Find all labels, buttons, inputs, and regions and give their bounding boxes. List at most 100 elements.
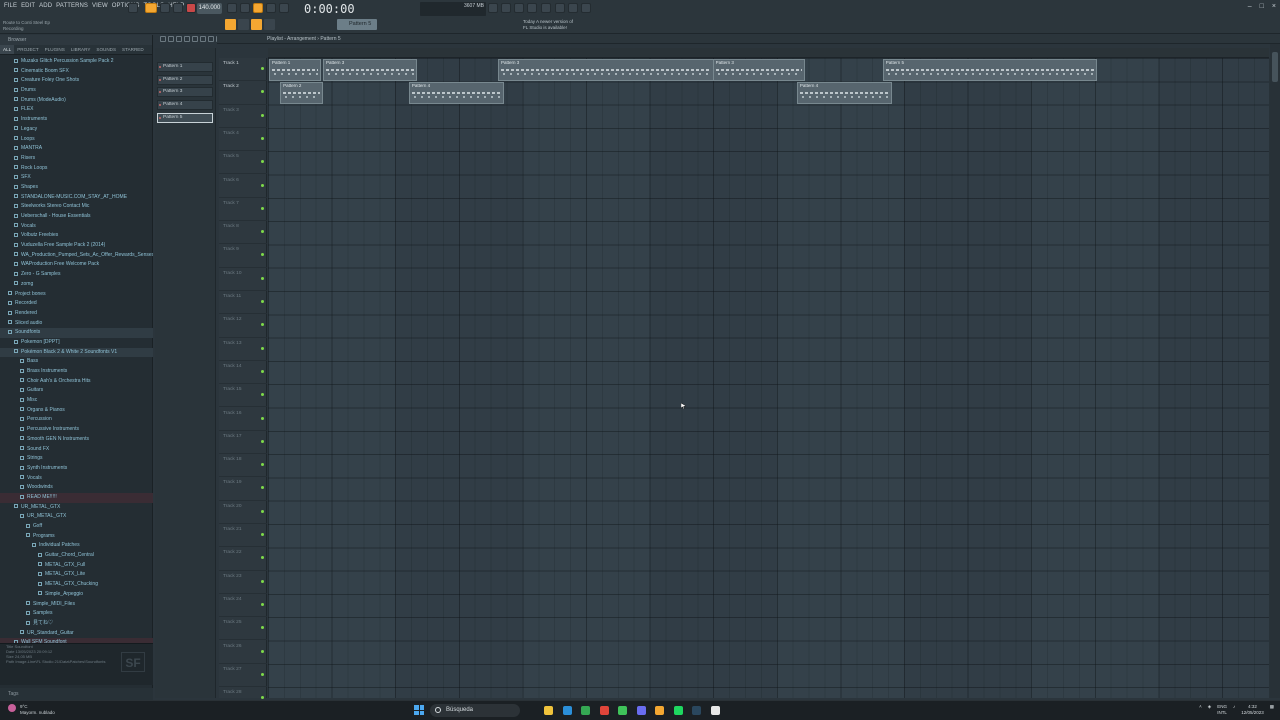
track-mute-led-icon[interactable] bbox=[261, 253, 264, 257]
browser-icon[interactable] bbox=[555, 3, 565, 13]
track-header[interactable]: Track 25 bbox=[219, 617, 267, 641]
browser-item[interactable]: WAProduction Free Welcome Pack bbox=[0, 260, 153, 270]
browser-item[interactable]: Creature Foley One Shots bbox=[0, 76, 153, 86]
playlist-grid[interactable]: Pattern 1 Pattern 3 Pattern 3 Pattern 3 Patt… bbox=[268, 58, 1280, 698]
edge-icon[interactable] bbox=[562, 706, 572, 715]
menu-edit[interactable]: EDIT bbox=[19, 3, 37, 15]
discord-icon[interactable] bbox=[636, 706, 646, 715]
browser-item[interactable]: Programs bbox=[0, 532, 153, 542]
browser-item[interactable]: UR_METAL_GTX bbox=[0, 503, 153, 513]
track-mute-led-icon[interactable] bbox=[261, 183, 264, 187]
browser-item[interactable]: Legacy bbox=[0, 125, 153, 135]
browser-item[interactable]: Loops bbox=[0, 135, 153, 145]
track-mute-led-icon[interactable] bbox=[261, 602, 264, 606]
track-header[interactable]: Track 23 bbox=[219, 571, 267, 594]
track-header[interactable]: Track 17 bbox=[219, 431, 267, 455]
tempo-display[interactable]: 140.000 bbox=[197, 3, 222, 14]
tags-bar[interactable]: Tags bbox=[0, 688, 153, 700]
fl-studio-icon[interactable] bbox=[655, 706, 664, 715]
track-mute-led-icon[interactable] bbox=[261, 67, 264, 70]
scroll-thumb[interactable] bbox=[1272, 52, 1278, 82]
pattern-item[interactable]: Pattern 3 bbox=[157, 87, 213, 98]
menu-patterns[interactable]: PATTERNS bbox=[54, 3, 90, 15]
track-header[interactable]: Track 15 bbox=[219, 384, 267, 408]
browser-item[interactable]: Brass Instruments bbox=[0, 367, 153, 377]
mic-icon[interactable] bbox=[514, 3, 524, 13]
tab-all[interactable]: ALL bbox=[0, 45, 15, 54]
whatsapp-icon[interactable] bbox=[618, 706, 627, 715]
track-header[interactable]: Track 19 bbox=[219, 477, 267, 501]
track-mute-led-icon[interactable] bbox=[261, 90, 264, 94]
track-header[interactable]: Track 24 bbox=[219, 594, 267, 618]
pattern-item[interactable]: Pattern 5 bbox=[157, 112, 213, 123]
record-icon[interactable] bbox=[186, 3, 196, 13]
menu-add[interactable]: ADD bbox=[37, 3, 54, 15]
pattern-selector[interactable]: Pattern 5 bbox=[337, 19, 377, 30]
mute-icon[interactable] bbox=[192, 36, 198, 42]
track-header[interactable]: Track 14 bbox=[219, 361, 267, 385]
browser-item[interactable]: Synth Instruments bbox=[0, 464, 153, 474]
playlist-clip[interactable]: Pattern 2 bbox=[280, 82, 324, 105]
help-icon[interactable] bbox=[581, 3, 591, 13]
track-mute-led-icon[interactable] bbox=[261, 439, 264, 443]
track-mute-led-icon[interactable] bbox=[261, 300, 264, 303]
tab-sounds[interactable]: SOUNDS bbox=[93, 45, 119, 54]
timeline-ruler[interactable] bbox=[268, 48, 1269, 58]
stamp-icon[interactable] bbox=[264, 19, 275, 30]
menu-file[interactable]: FILE bbox=[2, 3, 19, 15]
chrome-icon[interactable] bbox=[581, 706, 590, 715]
vertical-scrollbar[interactable] bbox=[1270, 44, 1280, 698]
browser-item[interactable]: Project bones bbox=[0, 290, 153, 300]
metronome-icon[interactable] bbox=[227, 3, 237, 13]
playlist-clip[interactable]: Pattern 1 bbox=[269, 59, 322, 81]
track-header[interactable]: Track 22 bbox=[219, 547, 267, 571]
browser-item[interactable]: Pokemon [DPPT] bbox=[0, 338, 153, 348]
tab-plugins[interactable]: PLUGINS bbox=[42, 45, 68, 54]
browser-item[interactable]: Individual Patches bbox=[0, 541, 153, 551]
browser-item[interactable]: Woodwinds bbox=[0, 483, 153, 493]
tab-library[interactable]: LIBRARY bbox=[68, 45, 94, 54]
countdown-icon[interactable] bbox=[253, 3, 263, 13]
browser-item[interactable]: Vocals bbox=[0, 474, 153, 484]
track-mute-led-icon[interactable] bbox=[261, 416, 264, 420]
wifi-icon[interactable]: ◈ bbox=[1208, 704, 1211, 716]
browser-item[interactable]: Shapes bbox=[0, 183, 153, 193]
playlist-clip[interactable]: Pattern 4 bbox=[796, 82, 893, 105]
playlist-clip[interactable]: Pattern 4 bbox=[408, 82, 505, 105]
browser-item[interactable]: Soundfonts bbox=[0, 328, 153, 338]
browser-item[interactable]: Percussion bbox=[0, 415, 153, 425]
browser-item[interactable]: Ueberschall - House Essentials bbox=[0, 212, 153, 222]
browser-item[interactable]: UR_METAL_GTX bbox=[0, 512, 153, 522]
track-mute-led-icon[interactable] bbox=[261, 533, 264, 536]
tab-starred[interactable]: STARRED bbox=[119, 45, 147, 54]
playlist-clip[interactable]: Pattern 3 bbox=[497, 59, 715, 81]
capcut-icon[interactable] bbox=[710, 706, 720, 715]
track-mute-led-icon[interactable] bbox=[261, 346, 264, 350]
playlist-clip[interactable]: Pattern 3 bbox=[323, 59, 417, 81]
browser-item[interactable]: READ ME!!!!! bbox=[0, 492, 153, 503]
track-header[interactable]: Track 26 bbox=[219, 641, 267, 664]
tab-project[interactable]: PROJECT bbox=[14, 45, 41, 54]
track-header[interactable]: Track 7 bbox=[219, 198, 267, 222]
blend-notes-icon[interactable] bbox=[266, 3, 276, 13]
spotify-icon[interactable] bbox=[673, 706, 683, 715]
notification-icon[interactable]: ▩ bbox=[1270, 704, 1274, 716]
play-icon[interactable] bbox=[160, 3, 170, 13]
browser-item[interactable]: Misc bbox=[0, 396, 153, 406]
pattern-item[interactable]: Pattern 2 bbox=[157, 74, 213, 85]
track-header[interactable]: Track 20 bbox=[219, 501, 267, 524]
song-position-clock[interactable]: 0:00:00 bbox=[304, 1, 355, 17]
snap-icon[interactable] bbox=[160, 36, 166, 42]
snap-icon[interactable] bbox=[225, 19, 236, 30]
browser-item[interactable]: STANDALONE-MUSIC.COM_STAY_AT_HOME bbox=[0, 193, 153, 203]
slice-icon[interactable] bbox=[208, 36, 214, 42]
maximize-icon[interactable]: □ bbox=[1260, 3, 1264, 10]
track-mute-led-icon[interactable] bbox=[261, 556, 264, 560]
browser-item[interactable]: Choir Aah's & Orchestra Hits bbox=[0, 377, 153, 387]
brush-icon[interactable] bbox=[176, 36, 182, 42]
track-mute-led-icon[interactable] bbox=[261, 579, 264, 583]
track-mute-led-icon[interactable] bbox=[261, 393, 264, 397]
track-header[interactable]: Track 5 bbox=[219, 151, 267, 175]
browser-item[interactable]: Muzaks Glitch Percussion Sample Pack 2 bbox=[0, 57, 153, 67]
pencil-icon[interactable] bbox=[168, 36, 174, 42]
